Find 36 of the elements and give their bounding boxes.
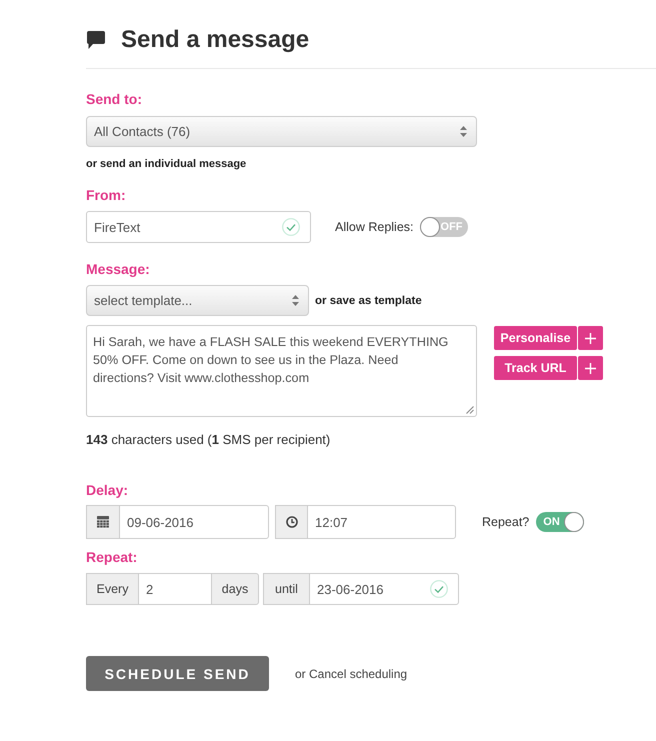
save-template-link[interactable]: or save as template bbox=[315, 294, 422, 306]
calendar-icon bbox=[97, 516, 109, 528]
until-prefix: until bbox=[263, 573, 310, 605]
message-textarea[interactable]: Hi Sarah, we have a FLASH SALE this weekend EVERYTHING 50% OFF. Come on down to see us in the Plaza. Need directions? Visit www.clothesshop.com bbox=[86, 325, 477, 417]
plus-icon bbox=[585, 362, 596, 374]
repeat-label: Repeat: bbox=[86, 548, 138, 566]
schedule-send-button[interactable]: SCHEDULE SEND bbox=[86, 656, 269, 691]
add-button[interactable] bbox=[578, 326, 603, 350]
allow-replies-label: Allow Replies: bbox=[335, 220, 414, 234]
recipients-select[interactable]: All Contacts (76) bbox=[86, 116, 477, 147]
sender-field[interactable]: FireText bbox=[86, 211, 311, 243]
updown-caret-icon bbox=[460, 126, 467, 137]
from-label: From: bbox=[86, 186, 126, 204]
clock-icon bbox=[286, 516, 298, 528]
date-field[interactable]: 09-06-2016 bbox=[119, 505, 269, 539]
repeat-toggle-label: Repeat? bbox=[482, 515, 530, 529]
cancel-scheduling-link[interactable]: or Cancel scheduling bbox=[295, 666, 408, 680]
personalise-button[interactable]: Personalise bbox=[494, 326, 577, 350]
individual-message-link[interactable]: or send an individual message bbox=[86, 156, 246, 172]
days-suffix: days bbox=[211, 573, 259, 605]
updown-caret-icon bbox=[292, 295, 299, 306]
plus-icon bbox=[585, 332, 596, 344]
delay-label: Delay: bbox=[86, 481, 128, 499]
character-count-text: 143 characters used (1 SMS per recipient) bbox=[86, 431, 330, 449]
template-select[interactable]: select template... bbox=[86, 285, 309, 316]
interval-field[interactable]: 2 bbox=[138, 573, 212, 605]
page-title: Send a message bbox=[121, 25, 310, 55]
resize-grip-icon bbox=[466, 406, 474, 414]
end-date-field[interactable]: 23-06-2016 bbox=[309, 573, 459, 605]
speech-bubble-icon bbox=[87, 31, 105, 49]
every-prefix: Every bbox=[86, 573, 139, 605]
time-field[interactable]: 12:07 bbox=[307, 505, 456, 539]
add-button[interactable] bbox=[578, 356, 603, 380]
track-url-button[interactable]: Track URL bbox=[494, 356, 577, 380]
message-label: Message: bbox=[86, 260, 150, 278]
send-to-label: Send to: bbox=[86, 90, 142, 108]
